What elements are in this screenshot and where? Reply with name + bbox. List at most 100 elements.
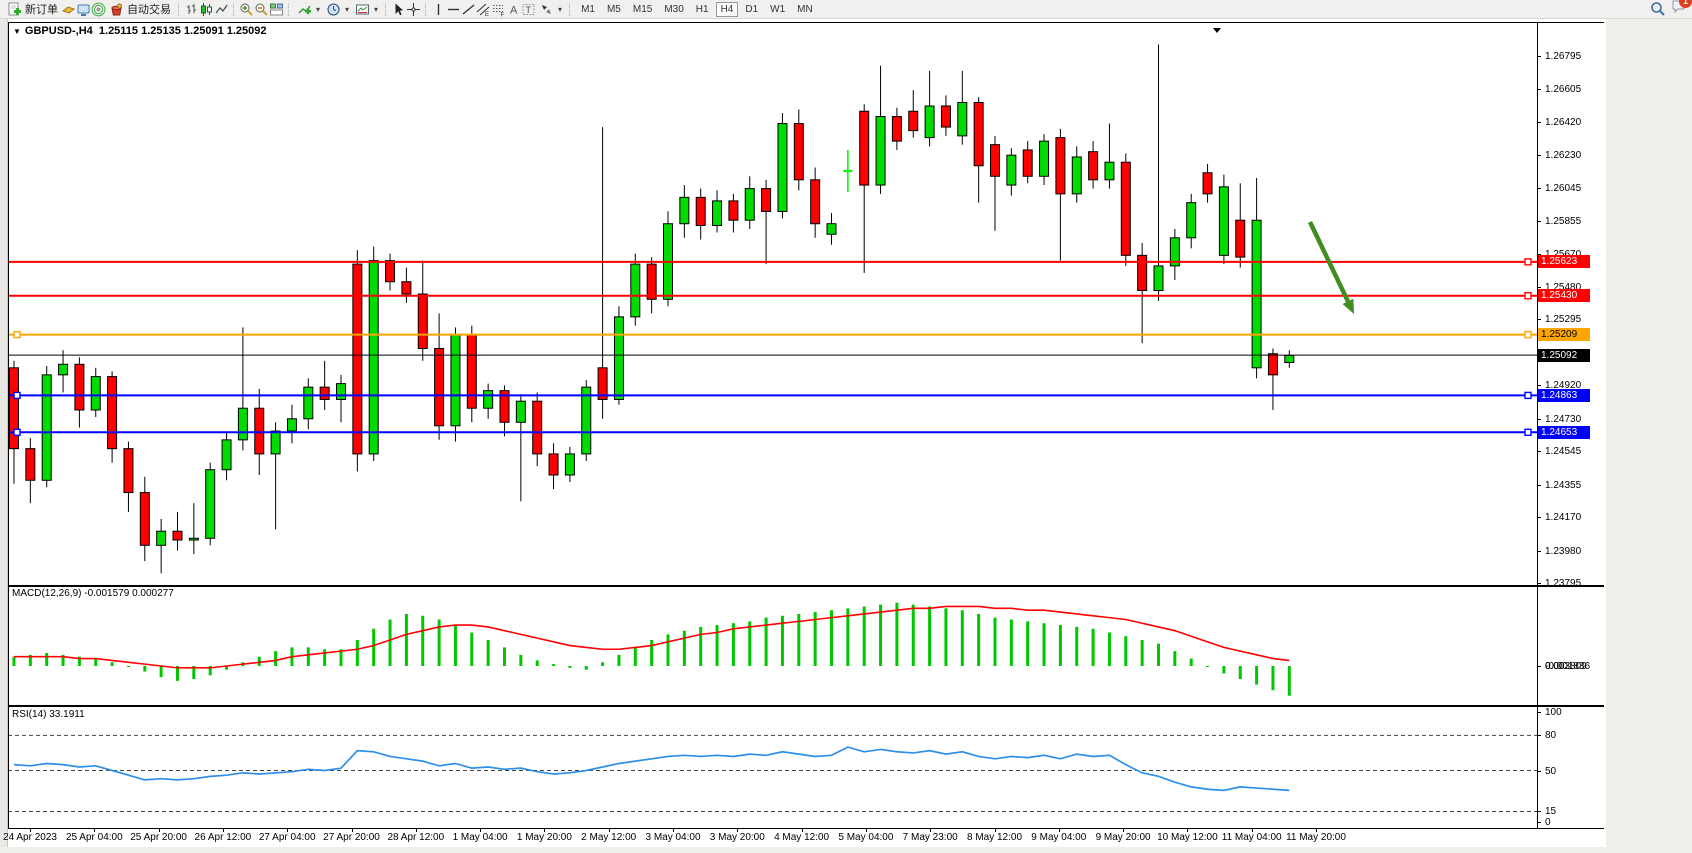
cursor-icon[interactable] [391, 2, 406, 17]
text-label-tool-icon[interactable]: T [521, 2, 536, 17]
chart-ohlc-values: 1.25115 1.25135 1.25091 1.25092 [99, 25, 267, 37]
rsi-line [14, 747, 1289, 790]
window-left-edge [0, 19, 8, 853]
chart-title-dropdown-icon[interactable]: ▼ [13, 27, 21, 36]
macd-histogram-bar [1010, 620, 1013, 667]
timeframe-w1[interactable]: W1 [765, 2, 790, 17]
rsi-pane[interactable] [8, 707, 1537, 828]
price-tag: 1.25209 [1538, 328, 1590, 341]
macd-histogram-bar [389, 620, 392, 667]
price-tick-label: 1.23795 [1545, 578, 1581, 589]
new-order-label: 新订单 [25, 1, 58, 17]
macd-histogram-bar [617, 655, 620, 666]
macd-histogram-bar [879, 605, 882, 666]
time-tick-label: 25 Apr 04:00 [66, 832, 123, 843]
price-tag: 1.25092 [1538, 349, 1590, 362]
macd-histogram-bar [634, 647, 637, 666]
horizontal-line-tool-icon[interactable] [446, 2, 461, 17]
horizontal-line[interactable] [8, 293, 1537, 299]
dropdown-caret: ▾ [345, 5, 349, 14]
timeframe-h1[interactable]: H1 [691, 2, 714, 17]
main-chart-pane[interactable] [8, 22, 1537, 585]
time-tick-label: 7 May 23:00 [903, 832, 958, 843]
time-tick-label: 1 May 04:00 [453, 832, 508, 843]
templates-button[interactable]: ▾ [352, 1, 381, 18]
timeframe-h4[interactable]: H4 [716, 2, 739, 17]
pane-splitter-macd[interactable] [8, 585, 1604, 587]
macd-histogram-bar [650, 640, 653, 666]
timeframe-m30[interactable]: M30 [659, 2, 688, 17]
terminal-screen-icon[interactable] [76, 2, 91, 17]
time-tick-label: 5 May 04:00 [838, 832, 893, 843]
macd-histogram-bar [1288, 666, 1291, 696]
vertical-line-tool-icon[interactable] [431, 2, 446, 17]
macd-histogram-bar [1043, 623, 1046, 666]
horizontal-line[interactable] [8, 259, 1537, 265]
timeframe-d1[interactable]: D1 [740, 2, 763, 17]
zoom-out-icon[interactable] [254, 2, 269, 17]
text-tool-icon[interactable]: A [506, 2, 521, 17]
periods-button[interactable]: ▾ [323, 1, 352, 18]
macd-histogram-bar [1108, 633, 1111, 666]
macd-histogram-bar [568, 666, 571, 668]
zoom-in-icon[interactable] [239, 2, 254, 17]
horizontal-line[interactable] [8, 392, 1537, 398]
horizontal-line[interactable] [8, 332, 1537, 338]
time-tick-label: 3 May 04:00 [645, 832, 700, 843]
bar-chart-type-icon[interactable] [184, 2, 199, 17]
macd-histogram-bar [683, 631, 686, 666]
macd-histogram-bar [1190, 659, 1193, 666]
macd-histogram-bar [127, 666, 130, 667]
horizontal-line[interactable] [8, 429, 1537, 435]
scroll-position-marker[interactable] [1213, 28, 1221, 33]
arrows-tool-button[interactable]: ▾ [536, 1, 565, 18]
macd-histogram-bar [944, 608, 947, 666]
dropdown-caret: ▾ [374, 5, 378, 14]
gold-box-icon[interactable] [61, 2, 76, 17]
line-chart-type-icon[interactable] [214, 2, 229, 17]
macd-histogram-bar [274, 651, 277, 666]
macd-histogram-bar [470, 633, 473, 666]
chart-bottom-border [8, 828, 1604, 829]
macd-histogram-bar [405, 614, 408, 666]
macd-histogram-bar [1239, 666, 1242, 679]
search-icon[interactable] [1650, 2, 1665, 17]
tile-windows-icon[interactable] [269, 2, 284, 17]
rsi-tick-label: 100 [1545, 707, 1562, 718]
macd-indicator-label: MACD(12,26,9) -0.001579 0.000277 [12, 588, 174, 599]
rsi-tick-label: 15 [1545, 806, 1556, 817]
timeframe-m5[interactable]: M5 [602, 2, 626, 17]
price-tick-label: 1.26045 [1545, 183, 1581, 194]
timeframe-m1[interactable]: M1 [576, 2, 600, 17]
arrow-annotation[interactable] [1310, 222, 1354, 314]
timeframe-m15[interactable]: M15 [628, 2, 657, 17]
macd-histogram-bar [1124, 636, 1127, 666]
macd-histogram-bar [961, 610, 964, 666]
fibonacci-tool-icon[interactable]: F [491, 2, 506, 17]
pane-splitter-rsi[interactable] [8, 705, 1604, 707]
macd-histogram-bar [1092, 629, 1095, 666]
time-tick-label: 25 Apr 20:00 [130, 832, 187, 843]
price-tick-label: 1.23980 [1545, 546, 1581, 557]
trendline-tool-icon[interactable] [461, 2, 476, 17]
crosshair-icon[interactable] [406, 2, 421, 17]
indicators-button[interactable]: ▾ [294, 1, 323, 18]
autotrade-button[interactable]: 自动交易 [106, 1, 174, 18]
macd-histogram-bar [258, 657, 261, 666]
macd-histogram-bar [323, 649, 326, 666]
macd-histogram-bar [94, 659, 97, 666]
equidistant-channel-tool-icon[interactable]: E [476, 2, 491, 17]
chart-template-icon [355, 2, 370, 17]
workspace-right-area [1606, 19, 1692, 853]
timeframe-mn[interactable]: MN [792, 2, 818, 17]
time-tick-label: 9 May 20:00 [1096, 832, 1151, 843]
sonar-signal-icon[interactable] [91, 2, 106, 17]
notifications-button[interactable]: 1 [1671, 0, 1686, 19]
rsi-tick-label: 50 [1545, 766, 1556, 777]
candlestick-chart-type-icon[interactable] [199, 2, 214, 17]
time-tick-label: 3 May 20:00 [710, 832, 765, 843]
macd-histogram-bar [716, 625, 719, 666]
new-order-button[interactable]: 新订单 [4, 1, 61, 18]
macd-pane[interactable] [8, 587, 1537, 705]
macd-histogram-bar [503, 647, 506, 666]
